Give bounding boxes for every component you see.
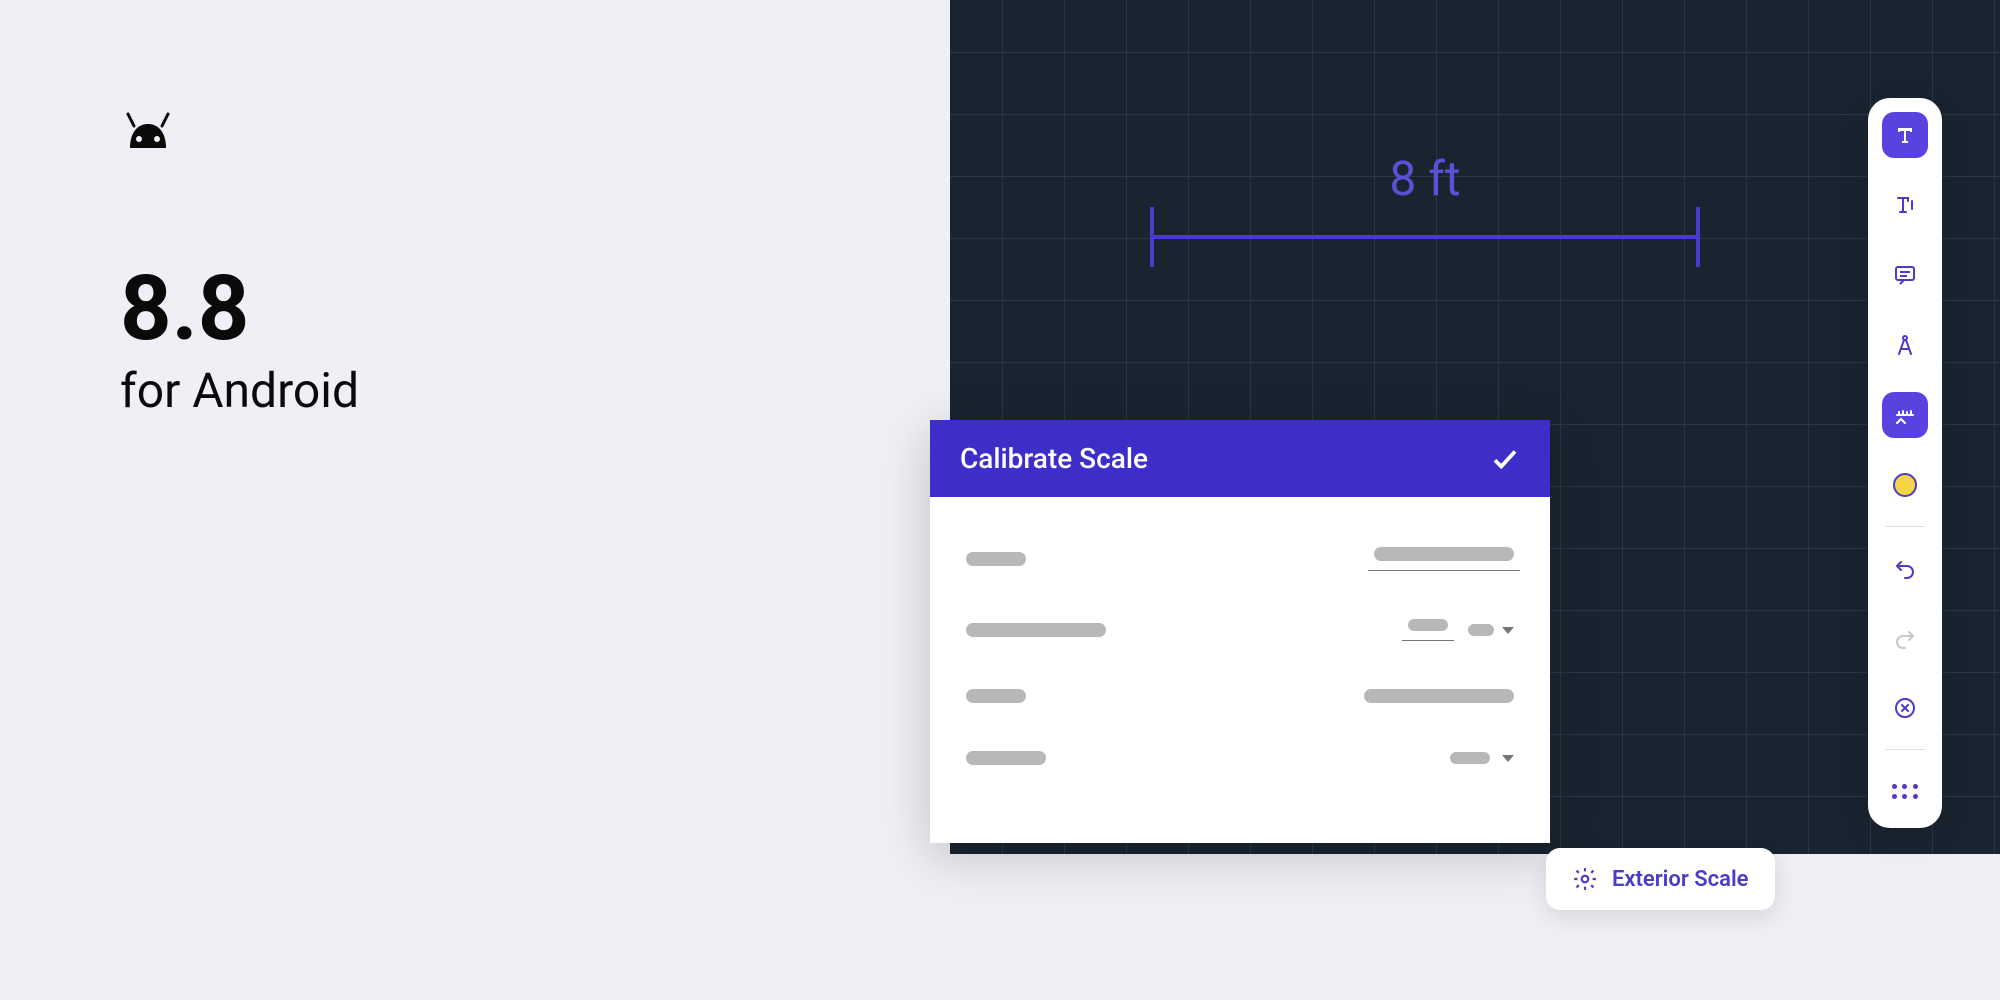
color-picker[interactable] xyxy=(1882,462,1928,508)
redo-icon xyxy=(1893,626,1917,650)
left-panel: 8.8 for Android xyxy=(120,110,359,419)
scale-settings-chip[interactable]: Exterior Scale xyxy=(1546,848,1775,910)
undo-button[interactable] xyxy=(1882,545,1928,591)
form-label-placeholder xyxy=(966,623,1106,637)
calibrate-scale-modal: Calibrate Scale xyxy=(930,420,1550,843)
undo-icon xyxy=(1893,556,1917,580)
text-tool[interactable] xyxy=(1882,112,1928,158)
form-input[interactable] xyxy=(1374,547,1514,571)
close-button[interactable] xyxy=(1882,685,1928,731)
form-row xyxy=(966,751,1514,765)
measure-tool[interactable] xyxy=(1882,392,1928,438)
form-row xyxy=(966,689,1514,703)
form-row xyxy=(966,547,1514,571)
version-label: 8.8 xyxy=(120,264,359,354)
measurement-value: 8 ft xyxy=(1150,150,1700,207)
platform-label: for Android xyxy=(120,362,359,419)
drawing-toolbar xyxy=(1868,98,1942,828)
chevron-down-icon xyxy=(1502,755,1514,762)
measurement-bar[interactable] xyxy=(1150,227,1700,287)
form-label-placeholder xyxy=(966,689,1026,703)
toolbar-divider xyxy=(1885,749,1925,750)
text-icon xyxy=(1893,123,1917,147)
modal-body xyxy=(930,497,1550,843)
toolbar-divider xyxy=(1885,526,1925,527)
compass-tool[interactable] xyxy=(1882,322,1928,368)
redo-button[interactable] xyxy=(1882,615,1928,661)
form-row xyxy=(966,619,1514,641)
comment-tool[interactable] xyxy=(1882,252,1928,298)
confirm-icon[interactable] xyxy=(1490,444,1520,474)
form-dropdown[interactable] xyxy=(1468,624,1514,636)
drag-handle[interactable] xyxy=(1882,768,1928,814)
compass-icon xyxy=(1893,333,1917,357)
comment-icon xyxy=(1893,263,1917,287)
color-swatch-icon xyxy=(1893,473,1917,497)
android-icon xyxy=(120,110,176,150)
text-cursor-icon xyxy=(1893,193,1917,217)
measurement-indicator: 8 ft xyxy=(1150,150,1700,287)
form-label-placeholder xyxy=(966,552,1026,566)
gear-icon xyxy=(1572,866,1598,892)
ruler-icon xyxy=(1893,403,1917,427)
form-value-placeholder xyxy=(1364,689,1514,703)
drag-dots-icon xyxy=(1892,782,1918,800)
scale-chip-label: Exterior Scale xyxy=(1612,867,1749,892)
chevron-down-icon xyxy=(1502,627,1514,634)
text-cursor-tool[interactable] xyxy=(1882,182,1928,228)
form-label-placeholder xyxy=(966,751,1046,765)
close-circle-icon xyxy=(1893,696,1917,720)
modal-title: Calibrate Scale xyxy=(960,442,1148,475)
form-input[interactable] xyxy=(1408,619,1448,641)
form-dropdown[interactable] xyxy=(1450,752,1514,764)
modal-header: Calibrate Scale xyxy=(930,420,1550,497)
